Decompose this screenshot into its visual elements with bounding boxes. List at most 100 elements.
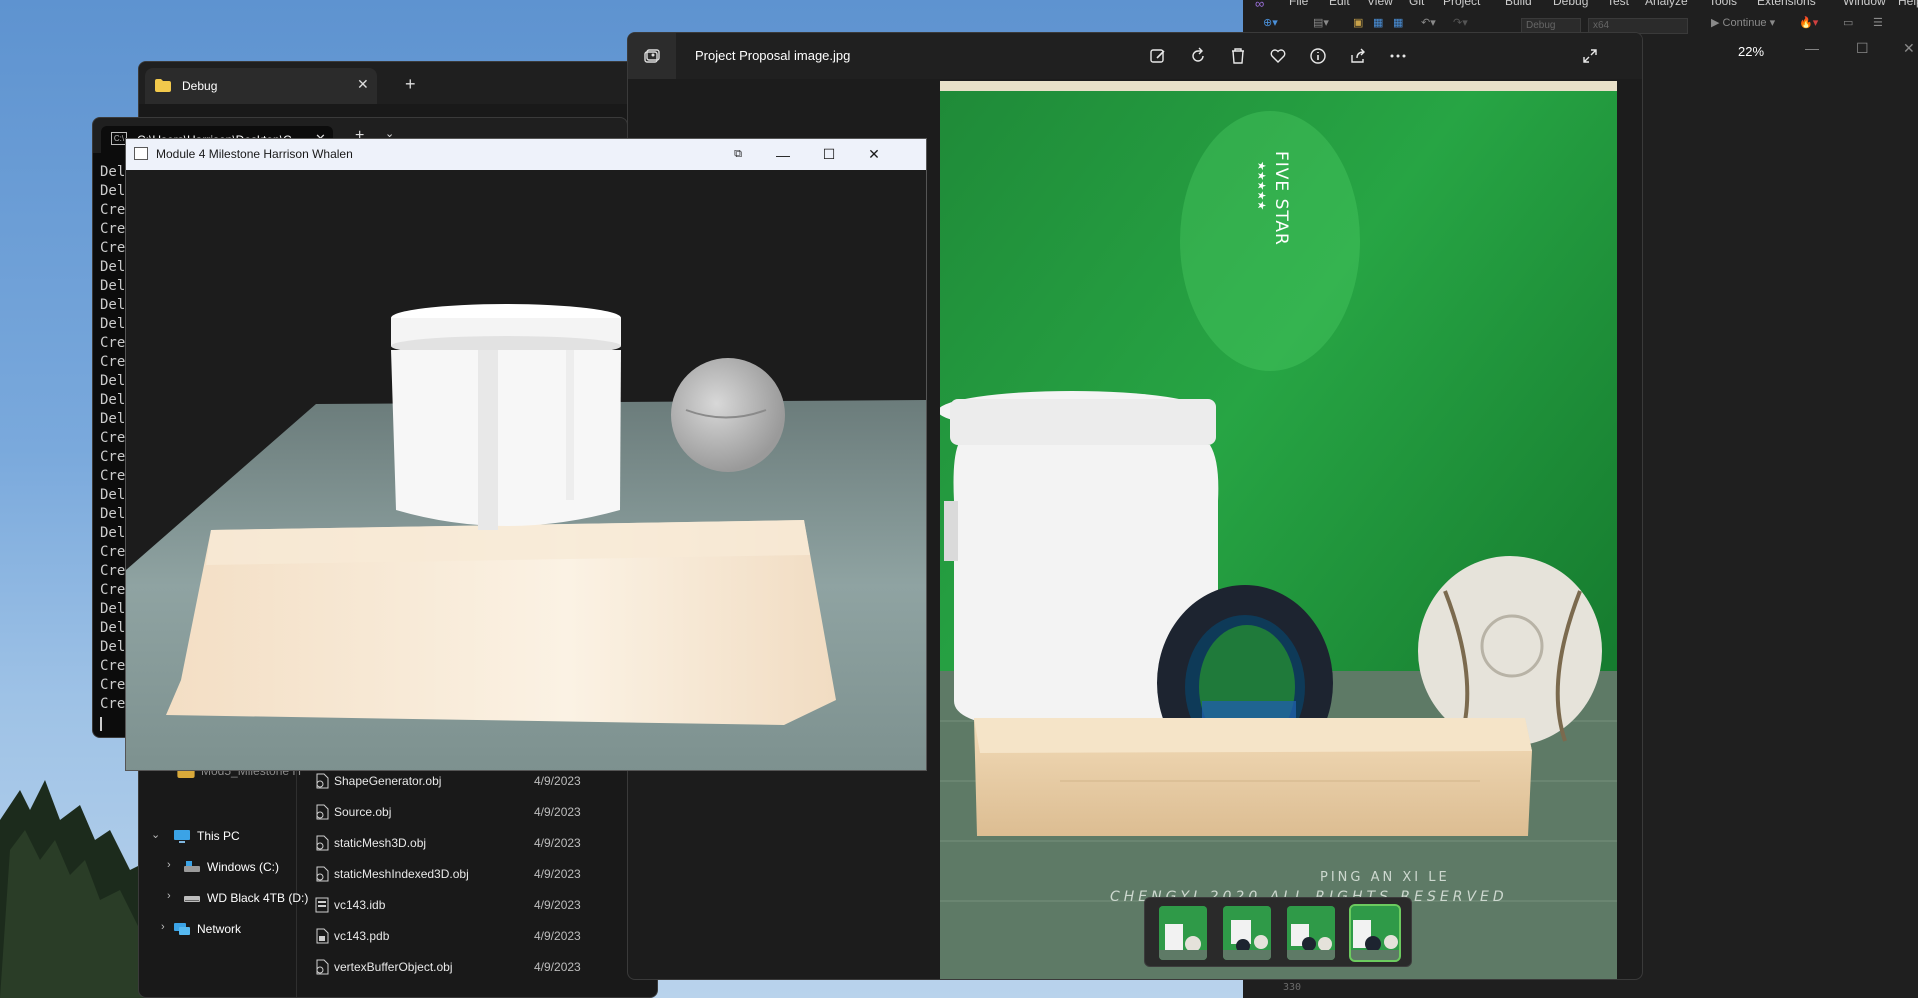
file-date: 4/9/2023 [534, 929, 581, 943]
photos-file-title: Project Proposal image.jpg [695, 48, 851, 63]
minimize-button[interactable]: — [763, 142, 803, 167]
menu-tools[interactable]: Tools [1709, 0, 1737, 8]
terminal-output: Del Del Cre Cre Cre Del Del Del Del Cre Cre Del Del D… [100, 163, 125, 731]
more-icon[interactable] [1386, 44, 1410, 68]
photos-filmstrip [1144, 897, 1412, 967]
new-tab-button[interactable]: + [405, 74, 416, 95]
fullscreen-icon[interactable] [1578, 44, 1602, 68]
menu-help[interactable]: Help [1898, 0, 1918, 8]
vs-toolbar: ⊕▾ ▤▾ ▣ ▦ ▦ ↶▾ ↷▾ Debug x64 ▶ Continue ▾… [1243, 12, 1918, 34]
filmstrip-thumbnail-selected[interactable] [1349, 904, 1401, 962]
cylinder-body [391, 350, 621, 526]
terminal-line: Del [100, 487, 126, 503]
file-row[interactable]: Source.obj 4/9/2023 [314, 801, 654, 823]
chevron-right-icon[interactable]: › [161, 921, 165, 933]
explorer-pane-divider[interactable] [296, 752, 297, 997]
menu-debug[interactable]: Debug [1553, 0, 1588, 8]
photos-app-icon[interactable] [628, 33, 676, 79]
explorer-tab-label: Debug [182, 79, 218, 93]
save-all-icon[interactable]: ▦ [1393, 16, 1403, 30]
photo-viewer-image[interactable]: FIVE STAR ★★★★★ PING AN XI LE CHENGYI 20… [940, 81, 1617, 979]
delete-icon[interactable] [1226, 44, 1250, 68]
menu-extensions[interactable]: Extensions [1757, 0, 1816, 8]
menu-file[interactable]: File [1289, 0, 1308, 8]
photo-mat-text-1: PING AN XI LE [1320, 870, 1450, 885]
terminal-line: Del [100, 392, 126, 408]
open-folder-icon[interactable]: ▣ [1353, 16, 1363, 30]
opengl-render-window[interactable]: Module 4 Milestone Harrison Whalen ⧉ — ☐… [125, 138, 927, 771]
terminal-line: Del [100, 411, 126, 427]
layout-icon[interactable]: ▭ [1843, 16, 1853, 30]
vs-close-button[interactable]: ✕ [1903, 40, 1915, 57]
file-name: vc143.idb [334, 898, 386, 912]
continue-button[interactable]: ▶ Continue ▾ [1711, 16, 1775, 30]
file-row[interactable]: vertexBufferObject.obj 4/9/2023 [314, 956, 654, 978]
photo-brand-stars: ★★★★★ [1255, 161, 1268, 210]
gl-title-bar[interactable]: Module 4 Milestone Harrison Whalen ⧉ — ☐… [126, 139, 926, 170]
file-row[interactable]: staticMesh3D.obj 4/9/2023 [314, 832, 654, 854]
filmstrip-thumbnail[interactable] [1159, 906, 1207, 960]
menu-window[interactable]: Window [1843, 0, 1886, 8]
chevron-down-icon[interactable]: ⌄ [151, 828, 160, 841]
filmstrip-thumbnail[interactable] [1287, 906, 1335, 960]
terminal-line: Cre [100, 449, 126, 465]
menu-git[interactable]: Git [1409, 0, 1424, 8]
redo-icon[interactable]: ↷▾ [1453, 16, 1468, 30]
file-date: 4/9/2023 [534, 836, 581, 850]
close-tab-icon[interactable]: ✕ [357, 76, 369, 93]
menu-edit[interactable]: Edit [1329, 0, 1350, 8]
vs-minimize-button[interactable]: — [1805, 40, 1819, 56]
file-row[interactable]: vc143.idb 4/9/2023 [314, 894, 654, 916]
terminal-line: Cre [100, 430, 126, 446]
nav-item-label: WD Black 4TB (D:) [207, 891, 309, 905]
undo-icon[interactable]: ↶▾ [1421, 16, 1436, 30]
opengl-viewport[interactable] [126, 170, 926, 770]
share-icon[interactable] [1346, 44, 1370, 68]
sphere-mesh [671, 358, 785, 472]
drive-icon [184, 896, 200, 902]
close-button[interactable]: ✕ [854, 142, 894, 167]
terminal-line: Cre [100, 677, 126, 693]
rotate-icon[interactable] [1186, 44, 1210, 68]
terminal-line: Del [100, 183, 126, 199]
chevron-right-icon[interactable]: › [167, 890, 171, 902]
favorite-icon[interactable] [1266, 44, 1290, 68]
menu-test[interactable]: Test [1607, 0, 1629, 8]
actual-size-icon[interactable]: 1:1 [1638, 46, 1642, 70]
obj-file-icon [316, 804, 329, 820]
terminal-line: Cre [100, 696, 126, 712]
maximize-button[interactable]: ☐ [809, 142, 849, 167]
continue-label: Continue [1722, 17, 1767, 29]
terminal-line: Cre [100, 563, 126, 579]
save-icon[interactable]: ▦ [1373, 16, 1383, 30]
hot-reload-icon[interactable]: 🔥▾ [1799, 16, 1818, 30]
info-icon[interactable] [1306, 44, 1330, 68]
new-item-icon[interactable]: ⊕▾ [1263, 16, 1278, 30]
zoom-level-label[interactable]: 22% [1738, 44, 1764, 59]
file-row[interactable]: staticMeshIndexed3D.obj 4/9/2023 [314, 863, 654, 885]
menu-analyze[interactable]: Analyze [1645, 0, 1688, 8]
menu-project[interactable]: Project [1443, 0, 1480, 8]
file-row[interactable]: vc143.pdb 4/9/2023 [314, 925, 654, 947]
obj-file-icon [316, 866, 329, 882]
terminal-line: Cre [100, 582, 126, 598]
menu-view[interactable]: View [1367, 0, 1393, 8]
filmstrip-thumbnail[interactable] [1223, 906, 1271, 960]
menu-build[interactable]: Build [1505, 0, 1532, 8]
file-row[interactable]: ShapeGenerator.obj 4/9/2023 [314, 770, 654, 792]
file-date: 4/9/2023 [534, 898, 581, 912]
chevron-right-icon[interactable]: › [167, 859, 171, 871]
panel-icon[interactable]: ☰ [1873, 16, 1883, 30]
terminal-line: Cre [100, 468, 126, 484]
nav-item-label: Network [197, 922, 242, 936]
vs-maximize-button[interactable]: ☐ [1856, 40, 1869, 57]
open-icon[interactable]: ▤▾ [1313, 16, 1329, 30]
nav-item-label: This PC [197, 829, 240, 843]
obj-file-icon [316, 835, 329, 851]
explorer-tab-debug[interactable]: Debug ✕ [145, 68, 377, 104]
terminal-line: Cre [100, 202, 126, 218]
file-name: staticMeshIndexed3D.obj [334, 867, 469, 881]
edit-image-icon[interactable] [1146, 44, 1170, 68]
snap-layout-icon[interactable]: ⧉ [718, 142, 758, 167]
nav-item-label: Windows (C:) [207, 860, 280, 874]
